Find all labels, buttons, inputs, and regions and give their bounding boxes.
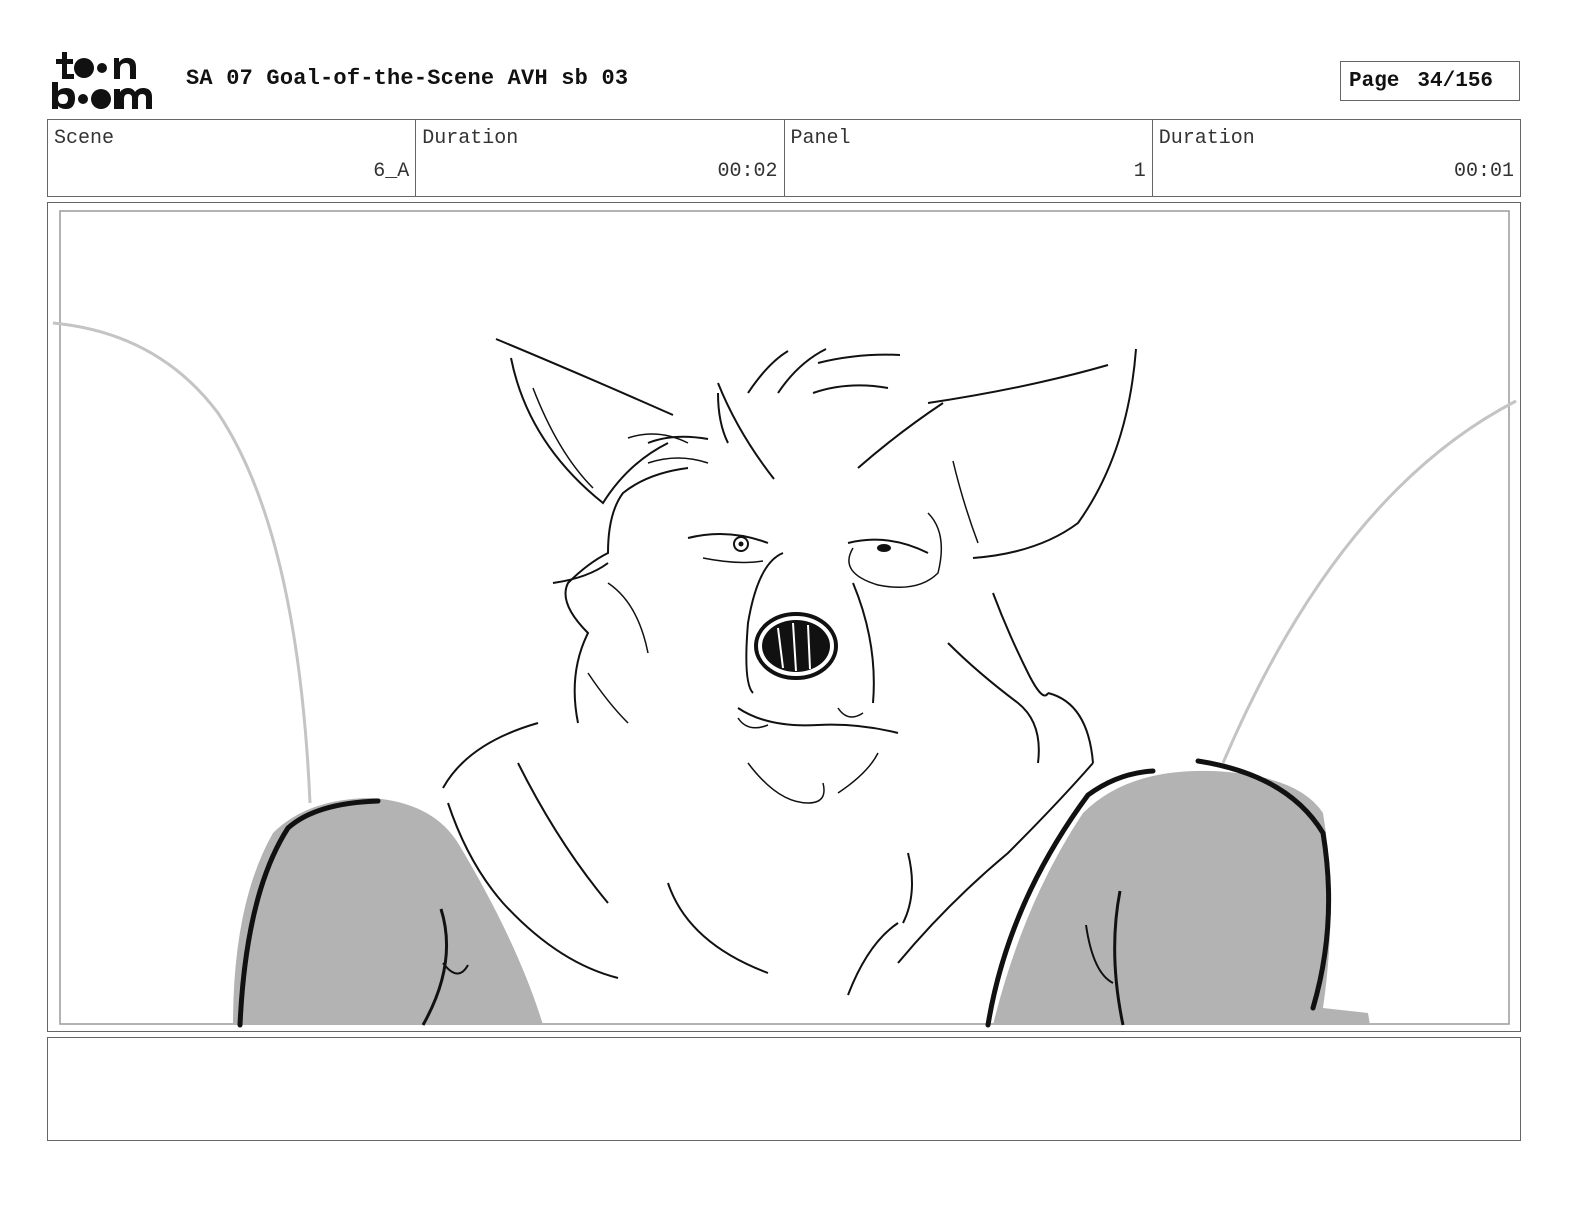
scene-label: Scene [54,127,115,150]
scene-duration-cell: Duration 00:02 [416,120,785,196]
page-number: 34/156 [1417,69,1494,93]
storyboard-sketch-image [52,210,1517,1028]
panel-notes-box[interactable] [47,1037,1521,1141]
panel-cell: Panel 1 [785,120,1153,196]
page-indicator: Page 34/156 [1340,61,1520,101]
storyboard-info-row: Scene 6_A Duration 00:02 Panel 1 Duratio… [47,119,1521,197]
storyboard-panel [47,202,1521,1032]
panel-duration-label: Duration [1158,127,1255,150]
panel-duration-value: 00:01 [1453,160,1514,183]
document-title: SA 07 Goal-of-the-Scene AVH sb 03 [186,66,629,91]
panel-duration-cell: Duration 00:01 [1153,120,1520,196]
page-label: Page [1349,69,1400,93]
scene-duration-label: Duration [422,127,519,150]
panel-value: 1 [1133,160,1146,183]
panel-label: Panel [790,127,851,150]
scene-value: 6_A [373,160,410,183]
scene-duration-value: 00:02 [717,160,778,183]
scene-cell: Scene 6_A [48,120,417,196]
toon-boom-logo [52,52,152,109]
